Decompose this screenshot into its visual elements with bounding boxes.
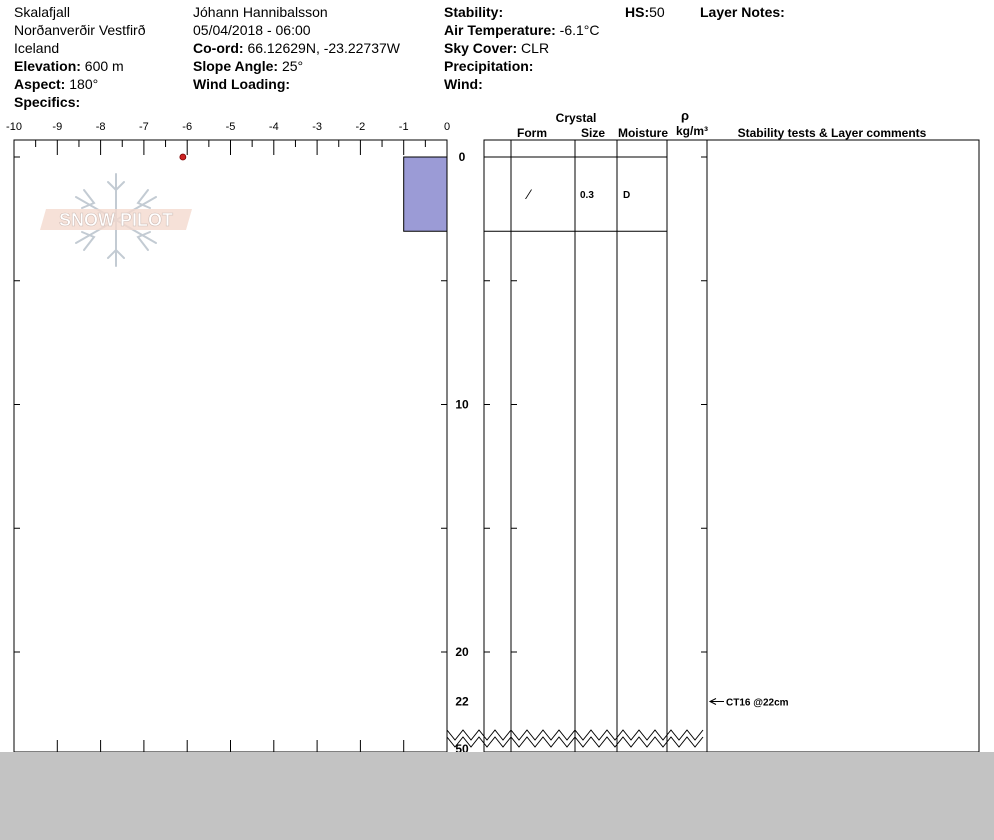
form-header: Form	[517, 126, 547, 140]
depth-tick-label: 20	[455, 645, 469, 659]
x-tick-label: -7	[139, 121, 149, 133]
x-tick-label: 0	[444, 121, 450, 133]
rho-header: ρ	[681, 108, 689, 123]
crystal-header: Crystal	[556, 111, 597, 125]
layers-table-frame	[483, 139, 980, 752]
moisture-header: Moisture	[618, 126, 668, 140]
x-tick-label: -3	[312, 121, 322, 133]
depth-tick-label: 0	[459, 150, 466, 164]
snow-profile-chart: Crystal Form Size Moisture ρ kg/m³ Stabi…	[6, 108, 980, 752]
density-unit-header: kg/m³	[676, 124, 708, 138]
x-tick-label: -10	[6, 121, 22, 133]
x-tick-label: -5	[226, 121, 236, 133]
snowpilot-logo: SNOW PILOT	[40, 173, 192, 267]
x-tick-label: -8	[96, 121, 106, 133]
comments-header: Stability tests & Layer comments	[738, 126, 927, 140]
footer-gray-area	[0, 752, 994, 840]
x-tick-label: -9	[52, 121, 62, 133]
depth-tick-label: 22	[455, 695, 469, 709]
layer-moisture: D	[623, 190, 630, 201]
x-tick-label: -4	[269, 121, 279, 133]
temperature-point	[179, 153, 187, 161]
layer-size: 0.3	[580, 190, 594, 201]
hardness-plot-frame	[13, 139, 448, 752]
hardness-bar	[403, 156, 448, 232]
layer-form-symbol: ⁄	[525, 186, 533, 202]
depth-tick-label: 10	[455, 398, 469, 412]
logo-text: SNOW PILOT	[59, 210, 173, 230]
size-header: Size	[581, 126, 605, 140]
x-tick-label: -2	[356, 121, 366, 133]
x-tick-label: -6	[182, 121, 192, 133]
stability-test-label: CT16 @22cm	[726, 698, 789, 709]
x-tick-label: -1	[399, 121, 409, 133]
